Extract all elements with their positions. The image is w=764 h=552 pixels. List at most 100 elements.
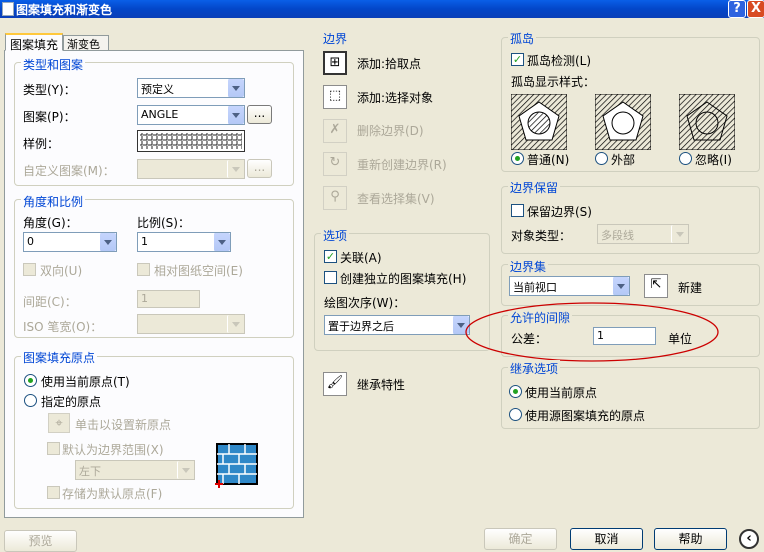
collapse-icon[interactable]: ‹ [739,529,759,549]
relative-checkbox[interactable] [137,263,150,276]
add-pick-button[interactable]: ⊞ [323,51,347,75]
close-button[interactable]: X [747,0,764,18]
inherit-source-label: 使用源图案填充的原点 [525,409,646,423]
chevron-down-icon [671,225,688,243]
pattern-swatch [140,133,242,149]
default-extent-checkbox[interactable] [47,442,60,455]
swatch-preview[interactable] [137,130,245,152]
scale-label: 比例(S)： [137,216,190,230]
remove-boundary-icon: ✗ [329,122,341,137]
ok-button[interactable]: 确定 [484,528,557,550]
type-label: 类型(Y)： [23,83,76,97]
draw-order-label: 绘图次序(W)： [324,296,406,310]
recreate-boundary-button[interactable]: ↻ [323,152,347,176]
help-button[interactable]: 帮助 [654,528,727,550]
cancel-button[interactable]: 取消 [570,528,643,550]
island-normal-preview[interactable] [511,94,567,150]
brush-icon: 🖌 [326,375,344,390]
island-ignore-preview[interactable] [679,94,735,150]
iso-select[interactable] [137,314,245,334]
island-normal-radio[interactable] [511,152,524,165]
angle-value: 0 [27,235,34,248]
recreate-boundary-icon: ↻ [329,155,341,170]
island-detect-label: 孤岛检测(L) [527,54,592,68]
angle-label: 角度(G)： [23,216,78,230]
click-set-origin-button[interactable]: ⌖ [48,413,70,433]
island-outer-radio[interactable] [595,152,608,165]
hatch-tab-page: 类型和图案 类型(Y)： 预定义 图案(P)： ANGLE ... 样例： 自定… [4,50,304,518]
inherit-source-radio[interactable] [509,408,522,421]
spacing-label: 间距(C)： [23,295,77,309]
magnifier-icon: ⚲ [330,189,340,204]
pattern-select[interactable]: ANGLE [137,105,245,125]
preview-button[interactable]: 预览 [4,530,77,552]
select-objects-icon: ⬚ [328,88,342,103]
independent-checkbox[interactable] [324,271,337,284]
red-annotation-ellipse [465,302,719,362]
recreate-boundary-label: 重新创建边界(R) [357,158,447,172]
boundary-set-value: 当前视口 [513,281,557,294]
origin-specified-label: 指定的原点 [41,395,102,409]
new-boundary-set-button[interactable]: ⇱ [644,274,668,298]
origin-current-label: 使用当前原点(T) [41,375,130,389]
island-ignore-label: 忽略(I) [695,153,732,167]
angle-scale-title: 角度和比例 [21,193,86,210]
help-title-button[interactable]: ? [728,0,746,18]
pick-cursor-icon: ⇱ [650,277,662,292]
inherit-properties-button[interactable]: 🖌 [323,372,347,396]
island-outer-label: 外部 [611,153,636,167]
associative-checkbox[interactable]: ✓ [324,250,337,263]
store-default-checkbox[interactable] [47,486,60,499]
store-default-label: 存储为默认原点(F) [62,487,163,501]
custom-browse-button[interactable]: ... [247,159,272,178]
title-bar: 图案填充和渐变色 ? X [0,0,764,18]
object-type-value: 多段线 [601,229,634,242]
chevron-down-icon [227,106,244,124]
tab-hatch[interactable]: 图案填充 [5,33,63,52]
default-extent-label: 默认为边界范围(X) [62,443,164,457]
islands-title: 孤岛 [508,30,537,47]
origin-current-radio[interactable] [24,374,37,387]
inherit-current-radio[interactable] [509,385,522,398]
origin-position-value: 左下 [79,465,101,478]
boundary-title: 边界 [321,30,350,47]
view-selection-button[interactable]: ⚲ [323,186,347,210]
chevron-down-icon [177,461,194,479]
check-icon: ✓ [512,53,523,66]
pattern-value: ANGLE [141,108,179,121]
island-outer-preview[interactable] [595,94,651,150]
add-select-label: 添加:选择对象 [357,91,434,105]
inherit-properties-label: 继承特性 [357,378,406,392]
scale-value: 1 [141,235,148,248]
scale-select[interactable]: 1 [137,232,231,252]
retain-boundary-label: 保留边界(S) [527,205,592,219]
angle-select[interactable]: 0 [23,232,117,252]
origin-specified-radio[interactable] [24,394,37,407]
draw-order-select[interactable]: 置于边界之后 [324,315,470,335]
object-type-select[interactable]: 多段线 [597,224,689,244]
origin-preview [213,440,261,488]
draw-order-value: 置于边界之后 [328,320,394,333]
chevron-down-icon [227,315,244,333]
retain-boundary-checkbox[interactable] [511,204,524,217]
add-select-button[interactable]: ⬚ [323,85,347,109]
pattern-browse-button[interactable]: ... [247,105,272,124]
double-checkbox[interactable] [23,263,36,276]
cursor-icon: ⌖ [55,416,63,431]
island-normal-label: 普通(N) [527,153,570,167]
boundary-set-select[interactable]: 当前视口 [509,276,630,296]
origin-position-select[interactable]: 左下 [75,460,195,480]
type-select[interactable]: 预定义 [137,78,245,98]
spacing-input[interactable]: 1 [137,290,200,308]
remove-boundary-button[interactable]: ✗ [323,119,347,143]
tab-gradient[interactable]: 渐变色 [63,35,109,51]
island-style-label: 孤岛显示样式： [511,75,596,89]
island-detect-checkbox[interactable]: ✓ [511,53,524,66]
options-title: 选项 [321,227,350,244]
type-value: 预定义 [141,83,174,96]
view-selection-label: 查看选择集(V) [357,192,435,206]
custom-pattern-select[interactable] [137,159,245,179]
add-pick-label: 添加:拾取点 [357,57,422,71]
chevron-down-icon [99,233,116,251]
island-ignore-radio[interactable] [679,152,692,165]
